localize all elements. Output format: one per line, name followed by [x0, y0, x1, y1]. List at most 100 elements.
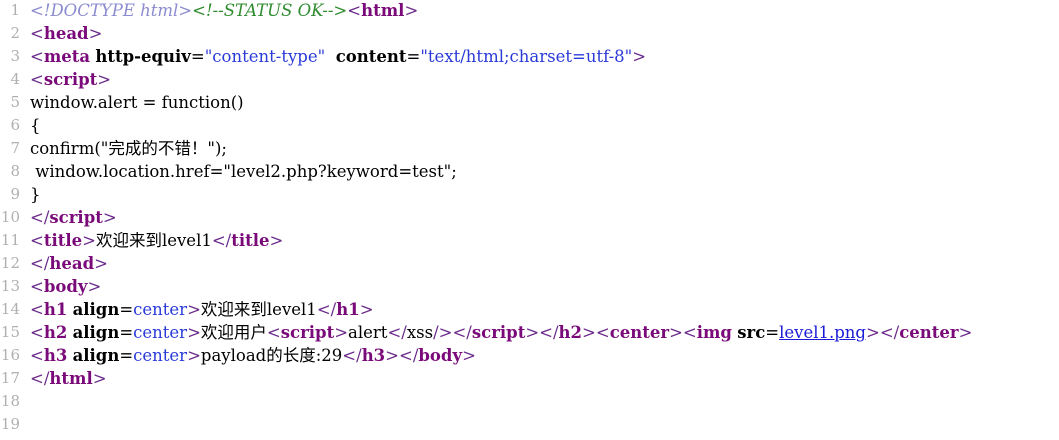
- code-token: >: [269, 231, 284, 250]
- source-line: 7 confirm("完成的不错！");: [0, 137, 1059, 160]
- code-token: "content-type": [204, 47, 326, 66]
- code-token: script: [471, 323, 526, 342]
- source-line: 14 <h1 align=center>欢迎来到level1</h1>: [0, 298, 1059, 321]
- line-number: 16: [0, 346, 20, 364]
- code-token: >: [88, 24, 103, 43]
- code-token: <: [30, 231, 44, 250]
- code-token: window.alert = function(): [30, 93, 244, 112]
- code-token: <: [30, 70, 44, 89]
- line-code: <body>: [20, 275, 101, 298]
- line-code: }: [20, 183, 41, 206]
- source-line: 9}: [0, 183, 1059, 206]
- source-line: 3 <meta http-equiv="content-type" content…: [0, 45, 1059, 68]
- code-token: window.location.href="level2.php?keyword…: [30, 162, 457, 181]
- code-token: align: [72, 300, 120, 319]
- code-token: h2: [43, 323, 68, 342]
- code-token: </: [30, 369, 50, 388]
- code-token: <: [682, 323, 697, 342]
- code-token: </: [30, 208, 50, 227]
- code-token: >: [632, 47, 647, 66]
- line-code: {: [20, 114, 41, 137]
- code-token: >: [404, 1, 419, 20]
- code-token: =: [119, 300, 134, 319]
- line-code: window.location.href="level2.php?keyword…: [20, 160, 457, 183]
- line-code: </html>: [20, 367, 107, 390]
- code-token: center: [133, 300, 188, 319]
- code-token: align: [72, 346, 120, 365]
- code-token: script: [49, 208, 103, 227]
- code-token: h3: [43, 346, 68, 365]
- resource-link[interactable]: level1.png: [779, 323, 866, 342]
- code-token: >: [187, 346, 201, 365]
- code-token: "text/html;charset=utf-8": [420, 47, 633, 66]
- code-token: </: [30, 254, 50, 273]
- code-token: {: [30, 116, 41, 135]
- line-code: <h3 align=center>payload的长度:29</h3></bod…: [20, 344, 476, 367]
- code-token: head: [49, 254, 95, 273]
- source-line: 13 <body>: [0, 275, 1059, 298]
- code-token: </: [342, 346, 362, 365]
- line-code: <h2 align=center>欢迎用户<script>alert</xss/…: [20, 321, 972, 344]
- code-token: center: [899, 323, 959, 342]
- code-token: />: [433, 323, 453, 342]
- code-token: <: [347, 1, 362, 20]
- line-number: 5: [10, 93, 20, 111]
- line-number: 15: [0, 323, 20, 341]
- code-token: html: [361, 1, 405, 20]
- line-number: 10: [0, 208, 20, 226]
- line-number: 11: [0, 231, 20, 249]
- code-token: <: [30, 24, 44, 43]
- line-number: 12: [0, 254, 20, 272]
- code-token: >: [82, 231, 96, 250]
- source-line: 8 window.location.href="level2.php?keywo…: [0, 160, 1059, 183]
- line-code: </head>: [20, 252, 108, 275]
- code-token: >: [87, 277, 102, 296]
- source-line: 15 <h2 align=center>欢迎用户<script>alert</xs…: [0, 321, 1059, 344]
- line-number: 18: [0, 392, 20, 410]
- code-token: center: [609, 323, 670, 342]
- code-token: =: [406, 47, 421, 66]
- code-token: >: [92, 369, 107, 388]
- code-token: center: [133, 346, 188, 365]
- code-token: <!DOCTYPE html>: [30, 1, 193, 20]
- code-token: src: [737, 323, 766, 342]
- line-number: 2: [10, 24, 20, 42]
- code-token: </: [879, 323, 900, 342]
- line-number: 17: [0, 369, 20, 387]
- code-token: alert: [348, 323, 388, 342]
- code-token: </: [399, 346, 419, 365]
- code-token: 欢迎来到level1: [200, 300, 317, 319]
- line-number: 13: [0, 277, 20, 295]
- code-token: =: [119, 346, 134, 365]
- line-number: 1: [10, 1, 20, 19]
- line-code: <h1 align=center>欢迎来到level1</h1>: [20, 298, 374, 321]
- code-token: h3: [361, 346, 386, 365]
- code-token: >: [385, 346, 399, 365]
- code-token: </: [452, 323, 472, 342]
- source-line: 12 </head>: [0, 252, 1059, 275]
- code-token: align: [72, 323, 120, 342]
- code-token: payload的长度:29: [200, 346, 343, 365]
- source-line: 10 </script>: [0, 206, 1059, 229]
- source-line: 2 <head>: [0, 22, 1059, 45]
- code-token: >: [187, 323, 201, 342]
- line-code: <script>: [20, 68, 111, 91]
- line-number: 3: [10, 47, 20, 65]
- code-token: head: [43, 24, 89, 43]
- line-number: 6: [10, 116, 20, 134]
- source-line: 6{: [0, 114, 1059, 137]
- source-line: 18: [0, 390, 1059, 413]
- code-token: <: [30, 300, 44, 319]
- code-token: </: [211, 231, 232, 250]
- code-token: <: [30, 47, 44, 66]
- line-code: <head>: [20, 22, 102, 45]
- code-token: >: [334, 323, 349, 342]
- code-token: </: [387, 323, 407, 342]
- line-number: 9: [10, 185, 20, 203]
- line-code: confirm("完成的不错！");: [20, 137, 227, 160]
- code-token: content: [335, 47, 407, 66]
- code-token: </: [539, 323, 559, 342]
- line-number: 7: [10, 139, 20, 157]
- code-token: title: [43, 231, 83, 250]
- code-token: >: [669, 323, 683, 342]
